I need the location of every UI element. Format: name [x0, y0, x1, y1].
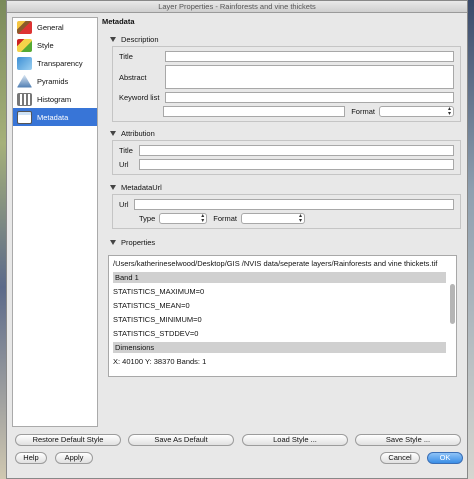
combo-arrows-icon: ▴ ▾ [447, 106, 451, 117]
sidebar-item-label: Style [37, 40, 54, 50]
metadataurl-url-field[interactable] [134, 199, 454, 210]
keyword-list-label: Keyword list [119, 93, 160, 102]
sidebar: General Style Transparency Pyramids Hist… [12, 17, 98, 427]
sidebar-item-label: Histogram [37, 94, 72, 104]
collapse-triangle-icon [110, 130, 116, 136]
metadataurl-group-header[interactable]: MetadataUrl [110, 182, 465, 192]
attribution-url-label: Url [119, 160, 129, 169]
attribution-url-field[interactable] [139, 159, 454, 170]
band-heading: Band 1 [113, 272, 446, 283]
help-button[interactable]: Help [15, 452, 47, 464]
combo-arrows-icon: ▴ ▾ [299, 213, 303, 224]
group-title: Attribution [121, 128, 155, 138]
sidebar-item-style[interactable]: Style [13, 36, 97, 54]
sidebar-item-pyramids[interactable]: Pyramids [13, 72, 97, 90]
sidebar-item-label: General [37, 22, 64, 32]
keyword-list-field[interactable] [165, 92, 454, 103]
description-group-header[interactable]: Description [110, 34, 465, 44]
pyramids-icon [17, 74, 32, 88]
panel-title: Metadata [102, 17, 135, 26]
attribution-title-label: Title [119, 146, 133, 155]
sidebar-item-metadata[interactable]: Metadata [13, 108, 97, 126]
properties-text-view[interactable]: /Users/katherineselwood/Desktop/GIS /NVI… [108, 255, 457, 377]
metadataurl-format-label: Format [213, 214, 238, 223]
metadata-panel: Metadata Description Title Abstract Keyw… [102, 17, 465, 427]
abstract-field[interactable] [165, 65, 454, 89]
stat-line: STATISTICS_MINIMUM=0 [113, 315, 202, 324]
general-icon [17, 20, 32, 34]
type-label: Type [139, 214, 156, 223]
title-field[interactable] [165, 51, 454, 62]
sidebar-item-transparency[interactable]: Transparency [13, 54, 97, 72]
load-style-button[interactable]: Load Style ... [242, 434, 348, 446]
type-combo[interactable]: ▴ ▾ [159, 213, 208, 224]
attribution-title-field[interactable] [139, 145, 454, 156]
title-label: Title [119, 52, 133, 61]
sidebar-item-label: Pyramids [37, 76, 69, 86]
metadataurl-group: Url Type ▴ ▾ Format ▴ ▾ [112, 194, 461, 229]
properties-group-header[interactable]: Properties [110, 237, 465, 247]
layer-properties-dialog: Layer Properties - Rainforests and vine … [6, 0, 468, 479]
description-group: Title Abstract Keyword list Format ▴ ▾ [112, 46, 461, 122]
sidebar-item-histogram[interactable]: Histogram [13, 90, 97, 108]
combo-arrows-icon: ▴ ▾ [201, 213, 205, 224]
extra-field[interactable] [163, 106, 346, 117]
save-as-default-button[interactable]: Save As Default [128, 434, 234, 446]
window-title: Layer Properties - Rainforests and vine … [7, 1, 467, 13]
attribution-group-header[interactable]: Attribution [110, 128, 465, 138]
stat-line: STATISTICS_MAXIMUM=0 [113, 287, 205, 296]
style-icon [17, 38, 32, 52]
ok-button[interactable]: OK [427, 452, 463, 464]
restore-default-style-button[interactable]: Restore Default Style [15, 434, 121, 446]
stat-line: STATISTICS_MEAN=0 [113, 301, 190, 310]
metadataurl-format-combo[interactable]: ▴ ▾ [241, 213, 306, 224]
collapse-triangle-icon [110, 36, 116, 42]
collapse-triangle-icon [110, 184, 116, 190]
format-combo[interactable]: ▴ ▾ [378, 106, 454, 117]
file-path-text: /Users/katherineselwood/Desktop/GIS /NVI… [113, 259, 438, 268]
apply-button[interactable]: Apply [55, 452, 93, 464]
sidebar-item-label: Transparency [37, 58, 83, 68]
attribution-group: Title Url [112, 140, 461, 175]
metadata-icon [17, 110, 32, 124]
histogram-icon [17, 92, 32, 106]
vertical-scrollbar[interactable] [450, 284, 455, 324]
sidebar-item-label: Metadata [37, 112, 69, 122]
save-style-button[interactable]: Save Style ... [355, 434, 461, 446]
format-label: Format [351, 107, 375, 116]
abstract-label: Abstract [119, 72, 147, 82]
group-title: Description [121, 34, 159, 44]
transparency-icon [17, 56, 32, 70]
group-title: Properties [121, 237, 156, 247]
sidebar-item-general[interactable]: General [13, 18, 97, 36]
dimensions-heading: Dimensions [113, 342, 446, 353]
stat-line: STATISTICS_STDDEV=0 [113, 329, 199, 338]
cancel-button[interactable]: Cancel [380, 452, 420, 464]
group-title: MetadataUrl [121, 182, 162, 192]
dimensions-text: X: 40100 Y: 38370 Bands: 1 [113, 357, 207, 366]
metadataurl-url-label: Url [119, 200, 129, 209]
collapse-triangle-icon [110, 239, 116, 245]
